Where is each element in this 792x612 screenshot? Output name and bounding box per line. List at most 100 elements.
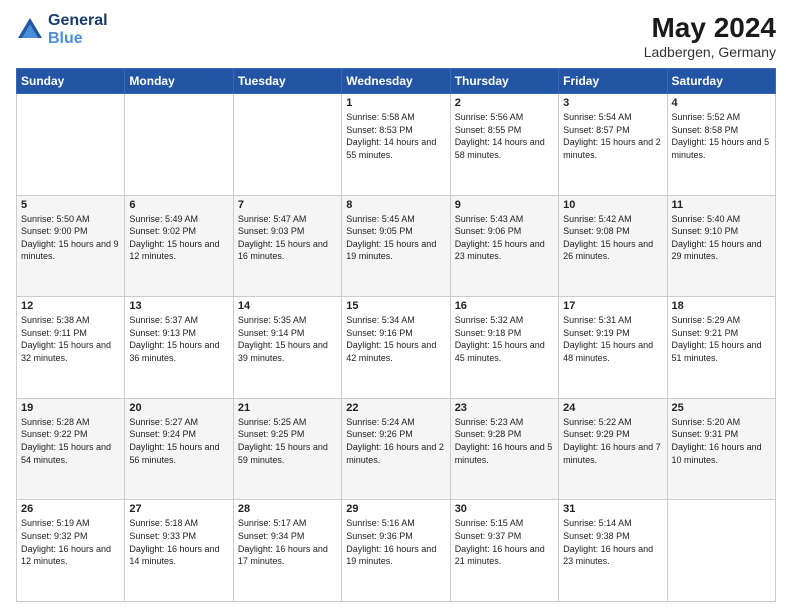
day-cell: 12Sunrise: 5:38 AMSunset: 9:11 PMDayligh… [17,297,125,399]
day-number: 5 [21,199,120,211]
day-number: 2 [455,97,554,109]
day-cell: 21Sunrise: 5:25 AMSunset: 9:25 PMDayligh… [233,398,341,500]
day-cell: 28Sunrise: 5:17 AMSunset: 9:34 PMDayligh… [233,500,341,602]
col-sunday: Sunday [17,69,125,94]
day-cell: 7 Sunrise: 5:47 AMSunset: 9:03 PMDaylight… [233,195,341,297]
day-cell: 26 Sunrise: 5:19 AMSunset: 9:32 PMDayligh… [17,500,125,602]
week-row-3: 12Sunrise: 5:38 AMSunset: 9:11 PMDayligh… [17,297,776,399]
day-number: 23 [455,402,554,414]
logo-text: General Blue [48,12,108,47]
day-info: Sunrise: 5:58 AMSunset: 8:53 PMDaylight:… [346,111,445,161]
day-info: Sunrise: 5:42 AMSunset: 9:08 PMDaylight:… [563,213,662,263]
day-number: 29 [346,503,445,515]
day-cell: 18Sunrise: 5:29 AMSunset: 9:21 PMDayligh… [667,297,775,399]
location: Ladbergen, Germany [644,44,776,60]
day-number: 6 [129,199,228,211]
day-cell [17,94,125,196]
col-tuesday: Tuesday [233,69,341,94]
day-cell: 11 Sunrise: 5:40 AMSunset: 9:10 PMDayligh… [667,195,775,297]
day-cell: 22 Sunrise: 5:24 AMSunset: 9:26 PMDayligh… [342,398,450,500]
day-cell: 2 Sunrise: 5:56 AMSunset: 8:55 PMDaylight… [450,94,558,196]
day-number: 7 [238,199,337,211]
week-row-1: 1 Sunrise: 5:58 AMSunset: 8:53 PMDaylight… [17,94,776,196]
day-info: Sunrise: 5:47 AMSunset: 9:03 PMDaylight:… [238,213,337,263]
day-info: Sunrise: 5:29 AMSunset: 9:21 PMDaylight:… [672,314,771,364]
day-info: Sunrise: 5:43 AMSunset: 9:06 PMDaylight:… [455,213,554,263]
day-number: 17 [563,300,662,312]
day-info: Sunrise: 5:16 AMSunset: 9:36 PMDaylight:… [346,517,445,567]
day-number: 22 [346,402,445,414]
day-cell: 19 Sunrise: 5:28 AMSunset: 9:22 PMDayligh… [17,398,125,500]
week-row-5: 26 Sunrise: 5:19 AMSunset: 9:32 PMDayligh… [17,500,776,602]
day-info: Sunrise: 5:20 AMSunset: 9:31 PMDaylight:… [672,416,771,466]
day-cell [667,500,775,602]
day-cell: 6 Sunrise: 5:49 AMSunset: 9:02 PMDaylight… [125,195,233,297]
day-info: Sunrise: 5:15 AMSunset: 9:37 PMDaylight:… [455,517,554,567]
day-cell: 15Sunrise: 5:34 AMSunset: 9:16 PMDayligh… [342,297,450,399]
logo: General Blue [16,12,108,47]
day-info: Sunrise: 5:27 AMSunset: 9:24 PMDaylight:… [129,416,228,466]
day-cell: 4 Sunrise: 5:52 AMSunset: 8:58 PMDaylight… [667,94,775,196]
day-info: Sunrise: 5:35 AMSunset: 9:14 PMDaylight:… [238,314,337,364]
day-number: 20 [129,402,228,414]
day-info: Sunrise: 5:38 AMSunset: 9:11 PMDaylight:… [21,314,120,364]
day-info: Sunrise: 5:17 AMSunset: 9:34 PMDaylight:… [238,517,337,567]
col-saturday: Saturday [667,69,775,94]
day-number: 16 [455,300,554,312]
week-row-2: 5 Sunrise: 5:50 AMSunset: 9:00 PMDaylight… [17,195,776,297]
day-cell: 31 Sunrise: 5:14 AMSunset: 9:38 PMDayligh… [559,500,667,602]
day-number: 1 [346,97,445,109]
day-info: Sunrise: 5:50 AMSunset: 9:00 PMDaylight:… [21,213,120,263]
day-info: Sunrise: 5:19 AMSunset: 9:32 PMDaylight:… [21,517,120,567]
day-cell: 8Sunrise: 5:45 AMSunset: 9:05 PMDaylight… [342,195,450,297]
day-info: Sunrise: 5:40 AMSunset: 9:10 PMDaylight:… [672,213,771,263]
calendar-table: Sunday Monday Tuesday Wednesday Thursday… [16,68,776,602]
day-info: Sunrise: 5:31 AMSunset: 9:19 PMDaylight:… [563,314,662,364]
day-cell: 3Sunrise: 5:54 AMSunset: 8:57 PMDaylight… [559,94,667,196]
day-info: Sunrise: 5:34 AMSunset: 9:16 PMDaylight:… [346,314,445,364]
day-cell: 5 Sunrise: 5:50 AMSunset: 9:00 PMDaylight… [17,195,125,297]
day-number: 27 [129,503,228,515]
day-info: Sunrise: 5:56 AMSunset: 8:55 PMDaylight:… [455,111,554,161]
day-cell: 25 Sunrise: 5:20 AMSunset: 9:31 PMDayligh… [667,398,775,500]
day-info: Sunrise: 5:14 AMSunset: 9:38 PMDaylight:… [563,517,662,567]
day-info: Sunrise: 5:24 AMSunset: 9:26 PMDaylight:… [346,416,445,466]
day-number: 11 [672,199,771,211]
day-info: Sunrise: 5:49 AMSunset: 9:02 PMDaylight:… [129,213,228,263]
week-row-4: 19 Sunrise: 5:28 AMSunset: 9:22 PMDayligh… [17,398,776,500]
day-number: 13 [129,300,228,312]
day-info: Sunrise: 5:52 AMSunset: 8:58 PMDaylight:… [672,111,771,161]
day-number: 4 [672,97,771,109]
day-cell [125,94,233,196]
day-cell: 20 Sunrise: 5:27 AMSunset: 9:24 PMDayligh… [125,398,233,500]
day-number: 19 [21,402,120,414]
header-row: Sunday Monday Tuesday Wednesday Thursday… [17,69,776,94]
logo-icon [16,16,44,44]
day-number: 8 [346,199,445,211]
day-cell: 1 Sunrise: 5:58 AMSunset: 8:53 PMDaylight… [342,94,450,196]
day-cell: 27Sunrise: 5:18 AMSunset: 9:33 PMDayligh… [125,500,233,602]
day-number: 14 [238,300,337,312]
day-number: 21 [238,402,337,414]
col-wednesday: Wednesday [342,69,450,94]
day-cell: 17 Sunrise: 5:31 AMSunset: 9:19 PMDayligh… [559,297,667,399]
day-cell: 24 Sunrise: 5:22 AMSunset: 9:29 PMDayligh… [559,398,667,500]
day-number: 30 [455,503,554,515]
day-number: 31 [563,503,662,515]
day-cell: 23 Sunrise: 5:23 AMSunset: 9:28 PMDayligh… [450,398,558,500]
day-number: 9 [455,199,554,211]
day-info: Sunrise: 5:32 AMSunset: 9:18 PMDaylight:… [455,314,554,364]
day-cell [233,94,341,196]
day-number: 10 [563,199,662,211]
day-info: Sunrise: 5:54 AMSunset: 8:57 PMDaylight:… [563,111,662,161]
day-info: Sunrise: 5:23 AMSunset: 9:28 PMDaylight:… [455,416,554,466]
day-number: 26 [21,503,120,515]
day-info: Sunrise: 5:22 AMSunset: 9:29 PMDaylight:… [563,416,662,466]
col-thursday: Thursday [450,69,558,94]
day-info: Sunrise: 5:28 AMSunset: 9:22 PMDaylight:… [21,416,120,466]
day-cell: 16 Sunrise: 5:32 AMSunset: 9:18 PMDayligh… [450,297,558,399]
day-number: 24 [563,402,662,414]
day-cell: 9 Sunrise: 5:43 AMSunset: 9:06 PMDaylight… [450,195,558,297]
day-number: 25 [672,402,771,414]
header: General Blue May 2024 Ladbergen, Germany [16,12,776,60]
